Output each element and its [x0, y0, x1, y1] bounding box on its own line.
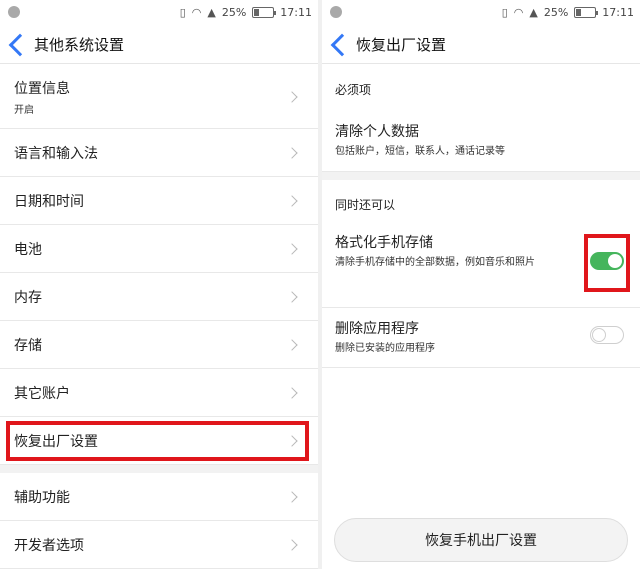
page-title: 其他系统设置	[34, 36, 125, 54]
status-bar: ▯ ◠ ▲ 25% 17:11	[0, 0, 318, 24]
option-label: 清除个人数据	[335, 124, 419, 140]
settings-item-battery[interactable]: 电池	[0, 225, 318, 273]
settings-item-memory[interactable]: 内存	[0, 273, 318, 321]
section-header-also: 同时还可以	[335, 197, 396, 212]
right-panel-factory-reset: ▯ ◠ ▲ 25% 17:11 恢复出厂设置 必须项 清除个人数据 包括账户，短…	[322, 0, 640, 569]
wifi-icon: ◠	[191, 5, 202, 19]
chevron-right-icon	[286, 194, 298, 207]
title-bar: 恢复出厂设置	[322, 26, 640, 64]
item-sub: 开启	[14, 104, 34, 116]
section-divider	[0, 465, 318, 473]
wifi-icon: ◠	[513, 5, 524, 19]
highlight-format-toggle	[584, 234, 630, 292]
item-label: 开发者选项	[14, 537, 84, 554]
toggle-knob	[592, 328, 606, 342]
chevron-right-icon	[286, 338, 298, 351]
item-label: 辅助功能	[14, 489, 70, 506]
settings-item-date-time[interactable]: 日期和时间	[0, 177, 318, 225]
battery-percent: 25%	[221, 5, 247, 19]
section-divider	[322, 172, 640, 180]
delete-apps-toggle[interactable]	[590, 326, 624, 344]
back-arrow-icon[interactable]	[330, 33, 354, 56]
chevron-right-icon	[286, 146, 298, 159]
option-sub: 删除已安装的应用程序	[335, 343, 435, 354]
settings-item-storage[interactable]: 存储	[0, 321, 318, 369]
item-label: 存储	[14, 337, 42, 354]
signal-icon: ▲	[207, 5, 216, 19]
item-label: 内存	[14, 289, 42, 306]
signal-icon: ▲	[529, 5, 538, 19]
item-label: 日期和时间	[14, 193, 84, 210]
chevron-right-icon	[286, 386, 298, 399]
chevron-right-icon	[286, 490, 298, 503]
item-label: 电池	[14, 241, 42, 258]
vibrate-icon: ▯	[501, 5, 508, 19]
status-bar: ▯ ◠ ▲ 25% 17:11	[322, 0, 640, 24]
settings-item-other-accounts[interactable]: 其它账户	[0, 369, 318, 417]
option-sub: 包括账户，短信，联系人，通话记录等	[335, 146, 505, 157]
status-time: 17:11	[602, 5, 634, 19]
notification-icon	[330, 6, 342, 18]
vibrate-icon: ▯	[179, 5, 186, 19]
section-header-required: 必须项	[335, 82, 372, 97]
item-label: 位置信息	[14, 80, 70, 97]
settings-item-location[interactable]: 位置信息 开启	[0, 65, 318, 129]
option-clear-personal-data: 清除个人数据 包括账户，短信，联系人，通话记录等	[322, 113, 640, 172]
highlight-factory-reset	[6, 421, 309, 461]
settings-item-language-input[interactable]: 语言和输入法	[0, 129, 318, 177]
item-label: 其它账户	[14, 385, 70, 402]
reset-options-list: 必须项 清除个人数据 包括账户，短信，联系人，通话记录等 同时还可以 格式化手机…	[322, 65, 640, 368]
battery-icon	[574, 6, 599, 18]
reset-phone-button[interactable]: 恢复手机出厂设置	[334, 518, 628, 562]
chevron-right-icon	[286, 242, 298, 255]
chevron-right-icon	[286, 90, 298, 103]
battery-icon	[252, 6, 277, 18]
status-time: 17:11	[280, 5, 312, 19]
option-delete-apps[interactable]: 删除应用程序 删除已安装的应用程序	[322, 308, 640, 368]
settings-list: 位置信息 开启 语言和输入法 日期和时间 电池 内存 存储 其它账户 恢复出厂设…	[0, 65, 318, 569]
page-title: 恢复出厂设置	[356, 36, 447, 54]
battery-percent: 25%	[543, 5, 569, 19]
option-sub: 清除手机存储中的全部数据，例如音乐和照片	[335, 257, 535, 268]
chevron-right-icon	[286, 290, 298, 303]
settings-item-developer-options[interactable]: 开发者选项	[0, 521, 318, 569]
back-arrow-icon[interactable]	[8, 33, 32, 56]
left-panel-other-settings: ▯ ◠ ▲ 25% 17:11 其他系统设置 位置信息 开启 语言和输入法 日期…	[0, 0, 318, 569]
settings-item-accessibility[interactable]: 辅助功能	[0, 473, 318, 521]
chevron-right-icon	[286, 538, 298, 551]
item-label: 语言和输入法	[14, 145, 98, 162]
notification-icon	[8, 6, 20, 18]
title-bar: 其他系统设置	[0, 26, 318, 64]
